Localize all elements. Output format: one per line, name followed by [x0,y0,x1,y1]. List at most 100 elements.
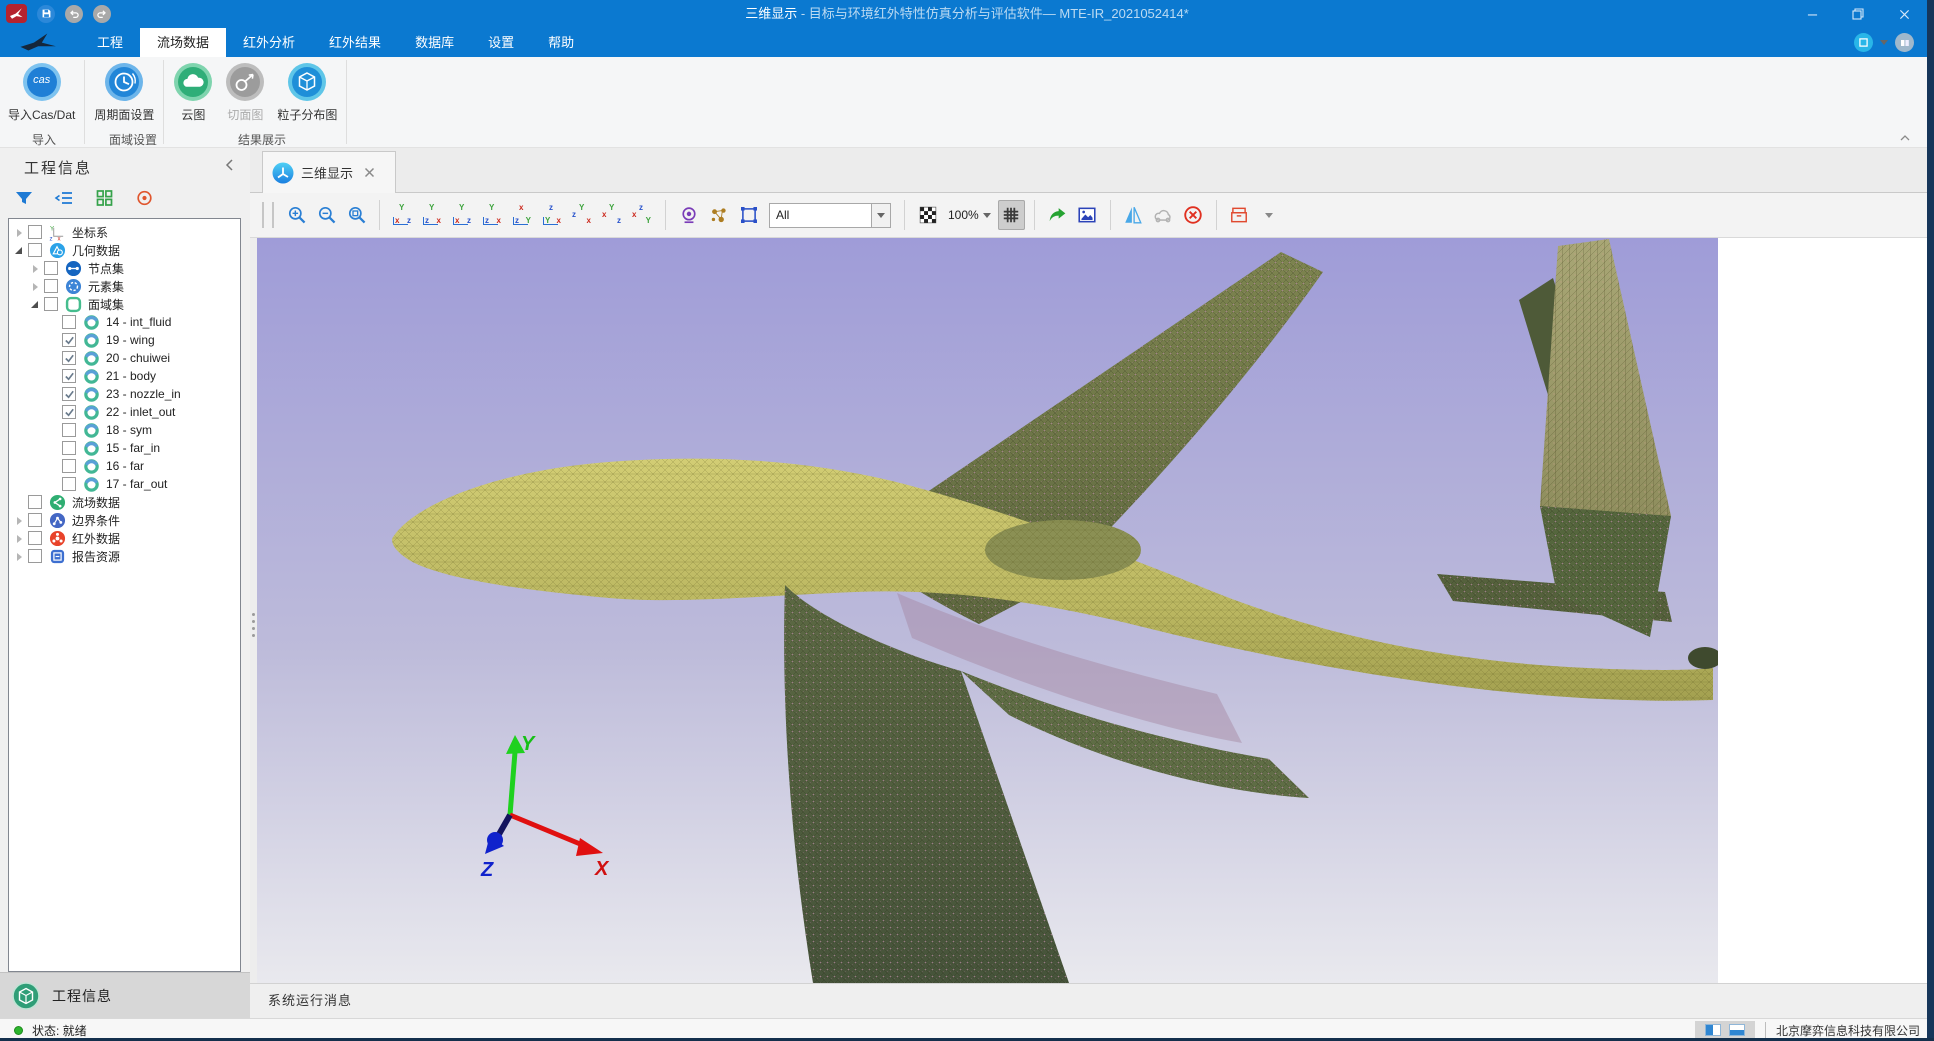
panel-footer-tab[interactable]: 工程信息 [0,972,250,1018]
view-front-icon[interactable]: Yxz [389,202,416,228]
splitter-handle[interactable] [252,613,255,616]
panel-splitter[interactable] [250,193,257,983]
tree-checkbox[interactable] [62,477,76,491]
rotate-view-left-icon[interactable]: Yxz [599,202,626,228]
view-iso-icon[interactable]: Yzx [569,202,596,228]
tree-checkbox[interactable] [28,549,42,563]
box-select-icon[interactable] [735,200,762,230]
menu-item-红外分析[interactable]: 红外分析 [226,28,312,57]
tree-item[interactable]: 20 - chuiwei [9,349,240,367]
help-about-icon[interactable] [1895,33,1914,52]
tree-checkbox[interactable] [28,243,42,257]
tree-item[interactable]: 23 - nozzle_in [9,385,240,403]
tree-item[interactable]: 流场数据 [9,493,240,511]
tree-item[interactable]: 15 - far_in [9,439,240,457]
display-filter-select[interactable]: All [769,203,891,228]
twisty-icon[interactable] [13,532,26,545]
menu-item-设置[interactable]: 设置 [471,28,531,57]
close-button[interactable] [1881,0,1927,28]
view-top-icon[interactable]: xzY [509,202,536,228]
tree-item[interactable]: 红外数据 [9,529,240,547]
tree-checkbox[interactable] [44,261,58,275]
tree-checkbox[interactable] [62,387,76,401]
zoom-level-select[interactable]: 100% [944,200,995,230]
tree-item[interactable]: 报告资源 [9,547,240,565]
tree-checkbox[interactable] [28,495,42,509]
tree-checkbox[interactable] [28,531,42,545]
chevron-down-icon[interactable] [1880,40,1888,45]
zoom-out-icon[interactable] [313,200,340,230]
view-back-icon[interactable]: Yzx [419,202,446,228]
outline-list-icon[interactable] [52,186,76,210]
view-right-icon[interactable]: Yzx [479,202,506,228]
view-bottom-icon[interactable]: zYx [539,202,566,228]
style-switch-icon[interactable] [1854,33,1873,52]
redo-button[interactable] [93,5,111,23]
twisty-icon[interactable] [13,244,26,257]
tree-item[interactable]: 21 - body [9,367,240,385]
toolbar-drag-handle-icon[interactable] [262,202,274,228]
tree-checkbox[interactable] [44,297,58,311]
tree-item[interactable]: 18 - sym [9,421,240,439]
menu-item-帮助[interactable]: 帮助 [531,28,591,57]
tab-3d-view[interactable]: 三维显示 [262,151,396,193]
tree-item[interactable]: Yzx坐标系 [9,223,240,241]
grid-toggle-icon[interactable] [998,200,1025,230]
twisty-icon[interactable] [13,550,26,563]
filter-icon[interactable] [12,186,36,210]
tree-item[interactable]: 16 - far [9,457,240,475]
zoom-in-icon[interactable] [283,200,310,230]
tab-close-icon[interactable] [364,167,375,178]
tree-checkbox[interactable] [62,315,76,329]
tree-checkbox[interactable] [62,351,76,365]
particle-distribution-button[interactable]: 粒子分布图 [271,60,343,125]
twisty-icon[interactable] [29,298,42,311]
tree-item[interactable]: 节点集 [9,259,240,277]
tree-item[interactable]: 几何数据 [9,241,240,259]
chevron-down-icon[interactable] [871,204,890,227]
particles-icon[interactable] [705,200,732,230]
twisty-icon[interactable] [13,226,26,239]
render-viewport[interactable]: Y X Z [257,238,1718,983]
panel-collapse-icon[interactable] [225,159,234,171]
grid-view-icon[interactable] [92,186,116,210]
tree-item[interactable]: 边界条件 [9,511,240,529]
tree-item[interactable]: 19 - wing [9,331,240,349]
tree-checkbox[interactable] [44,279,58,293]
contour-plot-button[interactable]: 云图 [167,60,219,125]
app-logo-icon[interactable] [6,4,27,23]
tree-checkbox[interactable] [28,513,42,527]
tree-item[interactable]: 面域集 [9,295,240,313]
transparency-checker-icon[interactable] [914,200,941,230]
tree-item[interactable]: 14 - int_fluid [9,313,240,331]
twisty-icon[interactable] [13,514,26,527]
ribbon-collapse-icon[interactable] [1900,134,1910,142]
camera-icon[interactable] [675,200,702,230]
view-left-icon[interactable]: Yxz [449,202,476,228]
layout-bottom-panel-icon[interactable] [1729,1024,1745,1036]
screenshot-icon[interactable] [1074,200,1101,230]
chevron-down-icon[interactable] [983,213,991,218]
twisty-icon[interactable] [29,262,42,275]
menu-item-工程[interactable]: 工程 [80,28,140,57]
tree-checkbox[interactable] [62,459,76,473]
tree-item[interactable]: 22 - inlet_out [9,403,240,421]
rotate-view-right-icon[interactable]: zxY [629,202,656,228]
import-casdat-button[interactable]: cas 导入Cas/Dat [2,60,81,125]
tree-item[interactable]: 17 - far_out [9,475,240,493]
menu-item-数据库[interactable]: 数据库 [398,28,471,57]
save-button[interactable] [37,5,55,23]
tree-checkbox[interactable] [62,441,76,455]
undo-button[interactable] [65,5,83,23]
tree-item[interactable]: 元素集 [9,277,240,295]
tree-checkbox[interactable] [28,225,42,239]
system-message-bar[interactable]: 系统运行消息 [250,983,1927,1018]
mirror-icon[interactable] [1120,200,1147,230]
twisty-icon[interactable] [29,280,42,293]
zoom-fit-icon[interactable] [343,200,370,230]
menu-item-流场数据[interactable]: 流场数据 [140,28,226,57]
menu-item-红外结果[interactable]: 红外结果 [312,28,398,57]
delete-view-icon[interactable] [1180,200,1207,230]
chevron-down-icon[interactable] [1256,200,1283,230]
share-arrow-icon[interactable] [1044,200,1071,230]
